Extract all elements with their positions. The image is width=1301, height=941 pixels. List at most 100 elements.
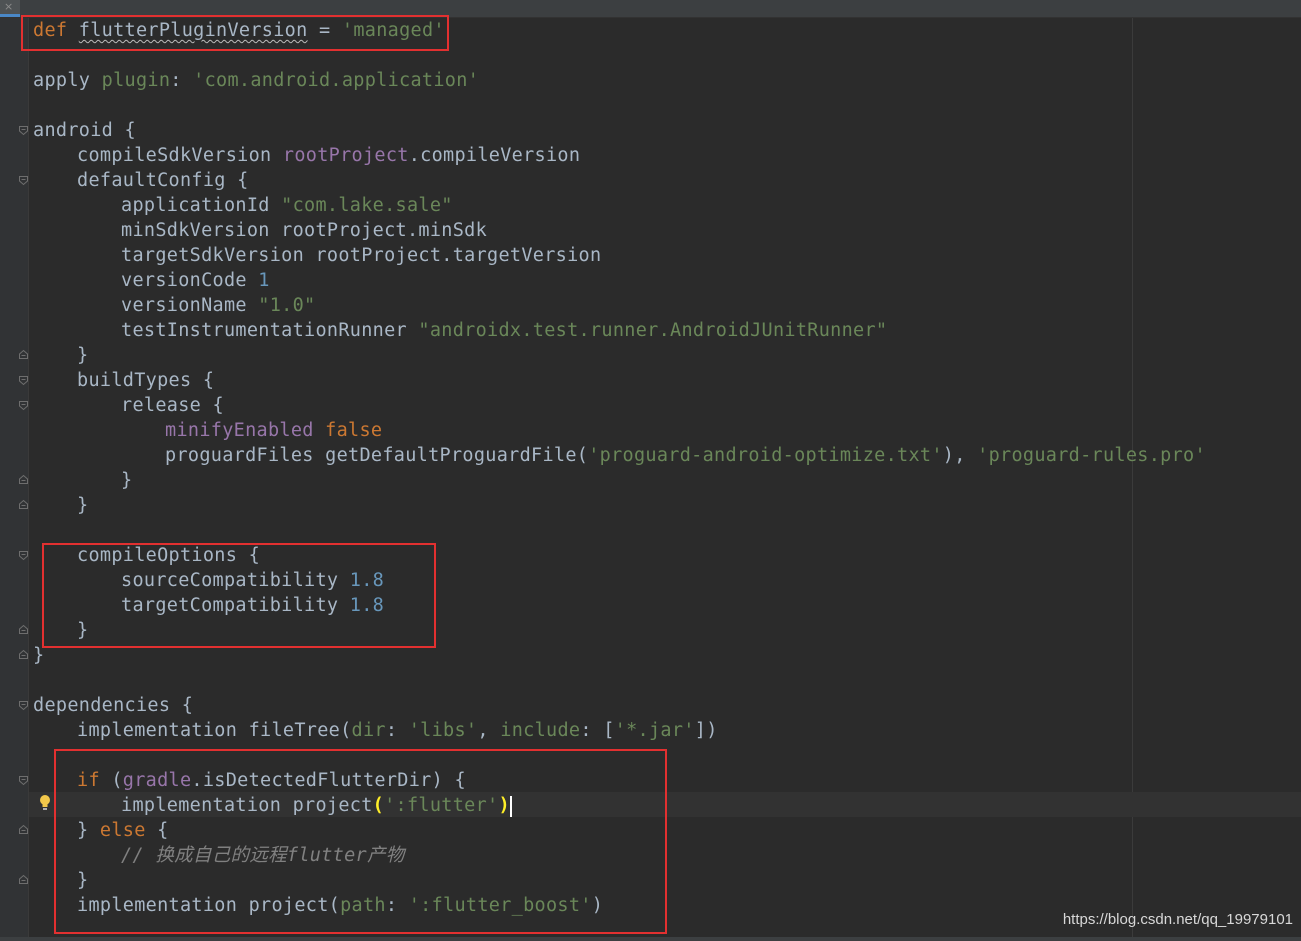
token-number: 1.8 <box>349 570 385 591</box>
token-colon: : <box>170 70 194 91</box>
token-text: defaultConfig { <box>77 170 249 191</box>
fold-close-icon[interactable] <box>18 499 29 510</box>
keyword-false: false <box>325 420 383 441</box>
token-rootProject: rootProject <box>282 145 409 166</box>
token-text: buildTypes { <box>77 370 215 391</box>
token-dir: dir <box>351 720 386 741</box>
string-application: 'com.android.application' <box>193 70 480 91</box>
token-text: targetSdkVersion rootProject.targetVersi… <box>121 245 602 266</box>
watermark: https://blog.csdn.net/qq_19979101 <box>1062 911 1293 928</box>
token-string-flutter: ':flutter' <box>384 795 499 816</box>
keyword-def: def <box>33 20 68 41</box>
token-text: } <box>77 870 89 891</box>
string-managed: 'managed' <box>341 20 445 41</box>
fold-open-icon[interactable] <box>18 375 29 386</box>
code-line-18: proguardFiles getDefaultProguardFile('pr… <box>165 443 1206 468</box>
token-c1: : <box>385 720 409 741</box>
token-text: } <box>77 495 89 516</box>
token-prop: targetCompatibility <box>121 595 350 616</box>
editor-tab[interactable]: × <box>0 0 20 17</box>
token-path: path <box>340 895 386 916</box>
code-line-14: } <box>77 343 88 368</box>
token-rest: .compileVersion <box>408 145 581 166</box>
token-end: ]) <box>694 720 718 741</box>
fold-open-icon[interactable] <box>18 400 29 411</box>
fold-close-icon[interactable] <box>18 624 29 635</box>
fold-open-icon[interactable] <box>18 175 29 186</box>
fold-close-icon[interactable] <box>18 474 29 485</box>
code-line-26: } <box>33 643 44 668</box>
code-line-16: release { <box>121 393 224 418</box>
lightbulb-icon[interactable] <box>38 794 52 816</box>
code-line-34: // 换成自己的远程flutter产物 <box>121 843 405 868</box>
token-plugin: plugin <box>101 70 171 91</box>
code-line-31: if (gradle.isDetectedFlutterDir) { <box>77 768 466 793</box>
code-line-3: apply plugin: 'com.android.application' <box>33 68 479 93</box>
token-a: implementation fileTree( <box>77 720 352 741</box>
fold-open-icon[interactable] <box>18 700 29 711</box>
code-line-10: targetSdkVersion rootProject.targetVersi… <box>121 243 601 268</box>
fold-close-icon[interactable] <box>18 649 29 660</box>
editor-tab-bar: × <box>0 0 1301 18</box>
token-gradle: gradle <box>122 770 192 791</box>
close-icon[interactable]: × <box>4 0 13 14</box>
token-prop: versionName <box>121 295 259 316</box>
token-b: { <box>145 820 169 841</box>
fold-open-icon[interactable] <box>18 775 29 786</box>
code-line-24: targetCompatibility 1.8 <box>121 593 384 618</box>
token-string-1: 'proguard-android-optimize.txt' <box>588 445 943 466</box>
keyword-else: else <box>99 820 146 841</box>
code-line-33: } else { <box>77 818 169 843</box>
paren-close-highlight: ) <box>498 795 510 816</box>
code-line-35: } <box>77 868 88 893</box>
token-text: compileOptions { <box>77 545 261 566</box>
fold-open-icon[interactable] <box>18 125 29 136</box>
code-line-6: compileSdkVersion rootProject.compileVer… <box>77 143 580 168</box>
text-caret <box>509 795 512 817</box>
token-text: minSdkVersion rootProject.minSdk <box>121 220 488 241</box>
token-eq: = <box>307 20 342 41</box>
token-apply: apply <box>33 70 102 91</box>
token-string: "androidx.test.runner.AndroidJUnitRunner… <box>418 320 888 341</box>
token-c2: : [ <box>580 720 615 741</box>
token-comma: , <box>477 720 501 741</box>
code-line-5: android { <box>33 118 136 143</box>
code-line-17: minifyEnabled false <box>165 418 382 443</box>
code-line-22: compileOptions { <box>77 543 260 568</box>
token-text: release { <box>121 395 224 416</box>
token-prop: minifyEnabled <box>165 420 314 441</box>
code-line-19: } <box>121 468 132 493</box>
token-string-jar: '*.jar' <box>614 720 695 741</box>
code-line-9: minSdkVersion rootProject.minSdk <box>121 218 487 243</box>
code-line-29: implementation fileTree(dir: 'libs', inc… <box>77 718 718 743</box>
token-a: implementation project <box>121 795 373 816</box>
code-line-20: } <box>77 493 88 518</box>
fold-open-icon[interactable] <box>18 550 29 561</box>
code-line-12: versionName "1.0" <box>121 293 315 318</box>
code-line-13: testInstrumentationRunner "androidx.test… <box>121 318 887 343</box>
fold-close-icon[interactable] <box>18 874 29 885</box>
code-line-32: implementation project(':flutter') <box>121 793 512 818</box>
token-text: dependencies { <box>33 695 194 716</box>
code-line-36: implementation project(path: ':flutter_b… <box>77 893 603 918</box>
token-a: } <box>77 820 100 841</box>
token-text: android { <box>33 120 136 141</box>
fold-close-icon[interactable] <box>18 824 29 835</box>
token-a: implementation project( <box>77 895 341 916</box>
keyword-if: if <box>77 770 100 791</box>
fold-close-icon[interactable] <box>18 349 29 360</box>
token-string-boost: ':flutter_boost' <box>408 895 592 916</box>
token-prop: versionCode <box>121 270 259 291</box>
token-prop: compileSdkVersion <box>77 145 283 166</box>
paren-open-highlight: ( <box>372 795 385 816</box>
token-string: "com.lake.sale" <box>281 195 453 216</box>
token-end: ) <box>591 895 604 916</box>
token-prop: testInstrumentationRunner <box>121 320 419 341</box>
token-number: 1 <box>258 270 270 291</box>
token-prop: applicationId <box>121 195 282 216</box>
token-text: } <box>77 345 89 366</box>
code-line-8: applicationId "com.lake.sale" <box>121 193 453 218</box>
token-string-libs: 'libs' <box>408 720 478 741</box>
token-c: : <box>385 895 409 916</box>
